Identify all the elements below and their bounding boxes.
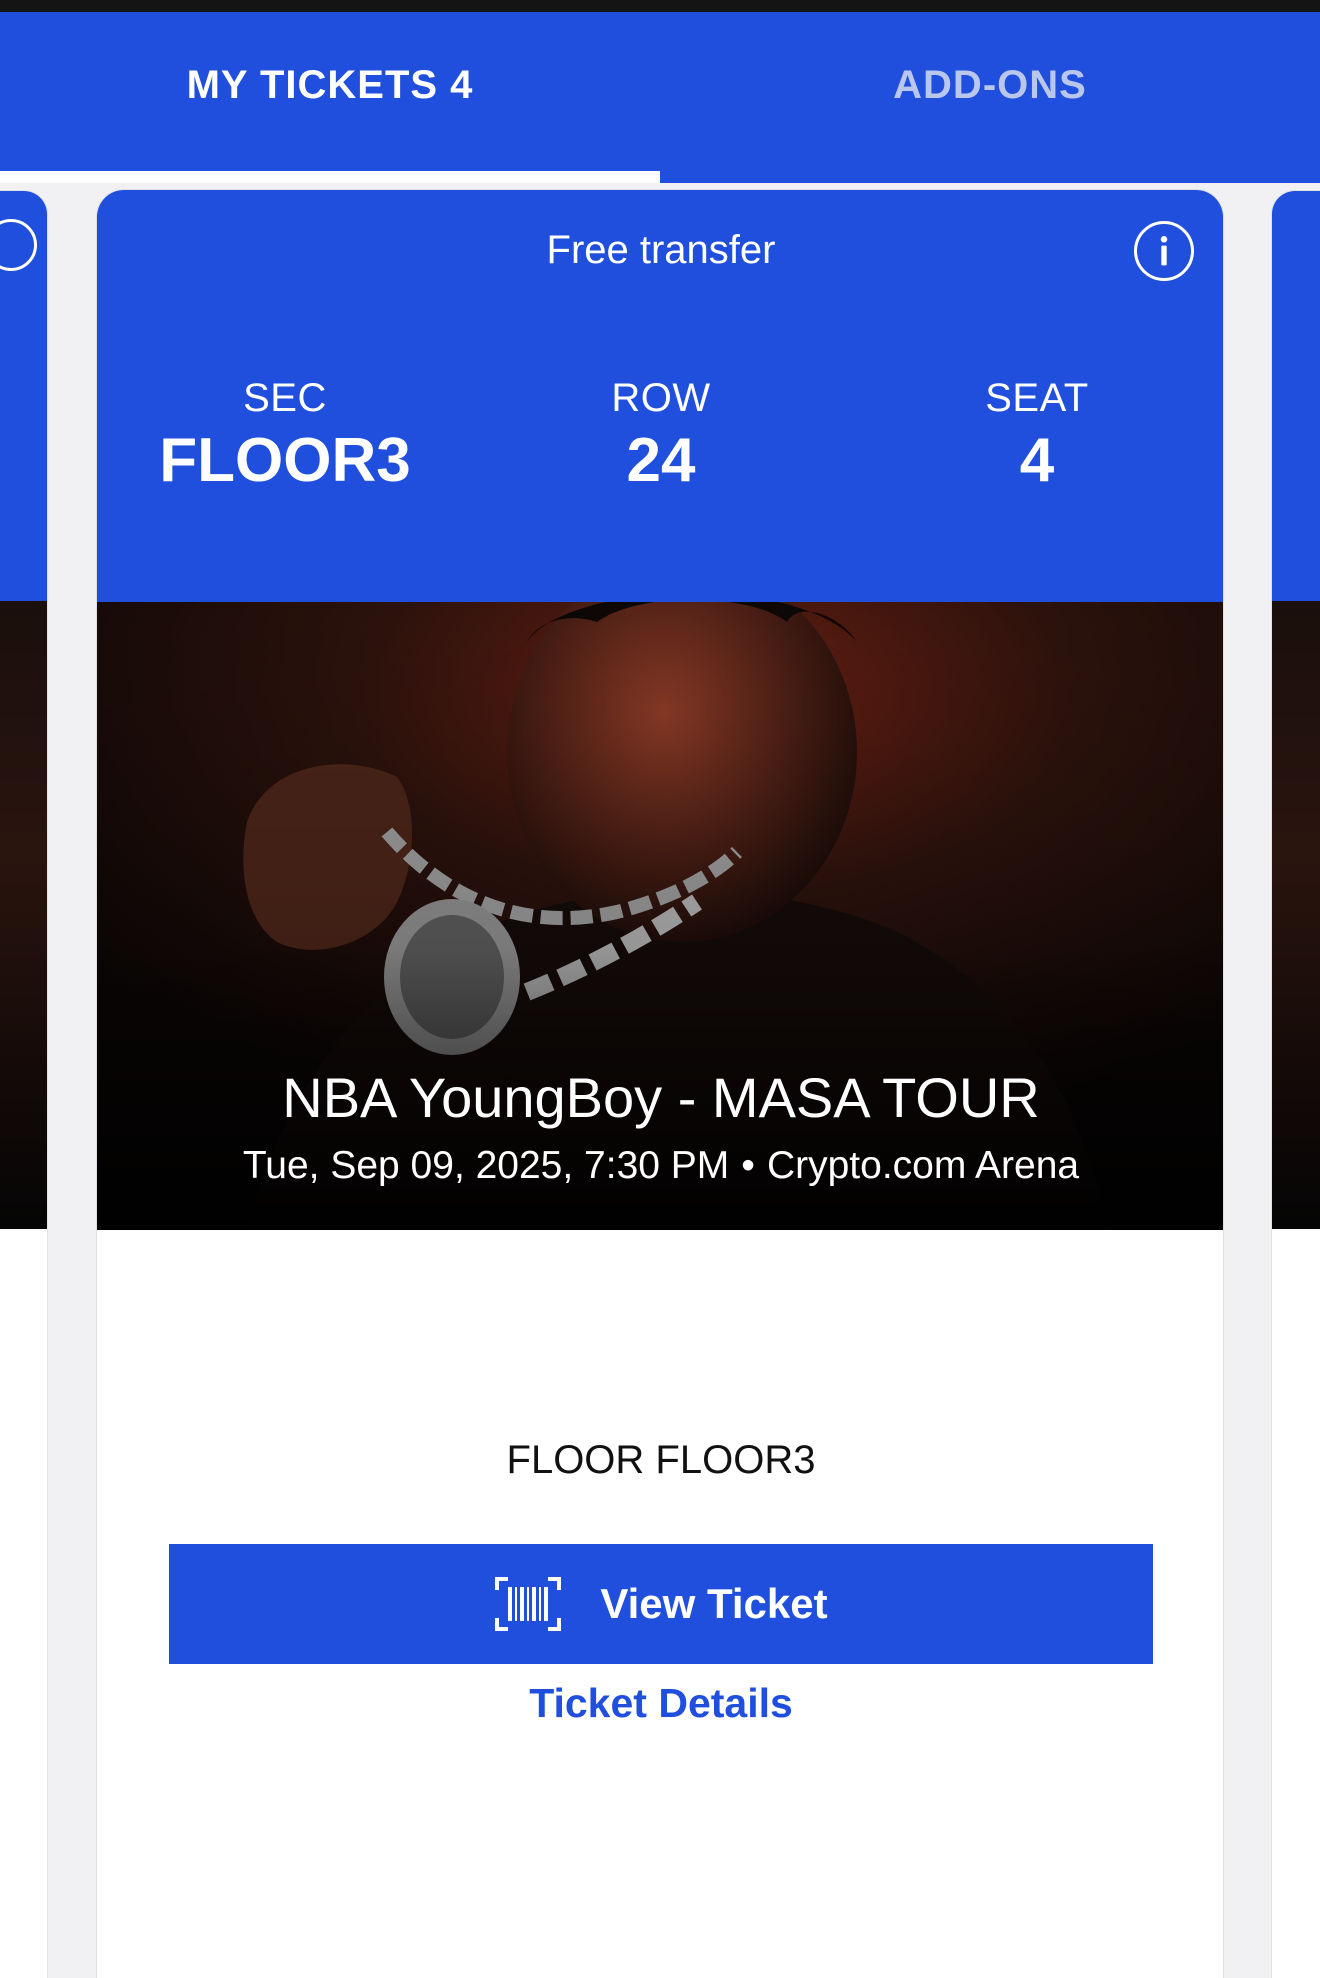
ticket-card: Free transfer SEC FLOOR3 ROW 24 SEAT 4 N… bbox=[96, 189, 1224, 1978]
barcode-icon bbox=[494, 1576, 562, 1632]
ticket-wallet-screen: MY TICKETS 4 ADD-ONS Free transfer SEC F… bbox=[0, 0, 1320, 1978]
section-value: FLOOR3 bbox=[159, 426, 411, 495]
section-caption: SEC bbox=[243, 376, 327, 420]
row-caption: ROW bbox=[611, 376, 711, 420]
info-icon[interactable] bbox=[1134, 221, 1194, 281]
row-info: ROW 24 bbox=[473, 376, 849, 496]
view-ticket-button[interactable]: View Ticket bbox=[169, 1544, 1153, 1664]
seat-value: 4 bbox=[1019, 426, 1055, 495]
event-venue: Crypto.com Arena bbox=[766, 1144, 1080, 1187]
event-title: NBA YoungBoy - MASA TOUR bbox=[282, 1066, 1040, 1129]
ticket-header: Free transfer SEC FLOOR3 ROW 24 SEAT 4 bbox=[97, 190, 1223, 602]
section-info: SEC FLOOR3 bbox=[97, 376, 473, 496]
row-value: 24 bbox=[626, 426, 696, 495]
previous-ticket-image bbox=[0, 601, 47, 1229]
event-datetime: Tue, Sep 09, 2025, 7:30 PM bbox=[242, 1144, 730, 1187]
next-ticket-image bbox=[1272, 601, 1320, 1229]
status-strip bbox=[0, 0, 1320, 12]
previous-ticket-card[interactable] bbox=[0, 190, 48, 1978]
seat-caption: SEAT bbox=[985, 376, 1089, 420]
floor-label: FLOOR FLOOR3 bbox=[506, 1438, 816, 1482]
view-ticket-label: View Ticket bbox=[600, 1580, 828, 1627]
seat-info: SEAT 4 bbox=[849, 376, 1223, 496]
next-ticket-header bbox=[1272, 191, 1320, 601]
tab-my-tickets[interactable]: MY TICKETS 4 bbox=[0, 12, 660, 183]
meta-separator: • bbox=[741, 1144, 755, 1187]
transfer-label: Free transfer bbox=[546, 228, 776, 272]
next-ticket-card[interactable] bbox=[1271, 190, 1320, 1978]
tab-add-ons[interactable]: ADD-ONS bbox=[660, 12, 1320, 183]
event-meta: Tue, Sep 09, 2025, 7:30 PM • Crypto.com Ar… bbox=[97, 1144, 1223, 1188]
active-tab-indicator bbox=[0, 171, 660, 183]
event-info: NBA YoungBoy - MASA TOUR Tue, Sep 09, 20… bbox=[97, 1065, 1223, 1188]
ticket-details-link[interactable]: Ticket Details bbox=[97, 1680, 1223, 1727]
tab-bar: MY TICKETS 4 ADD-ONS bbox=[0, 12, 1320, 183]
